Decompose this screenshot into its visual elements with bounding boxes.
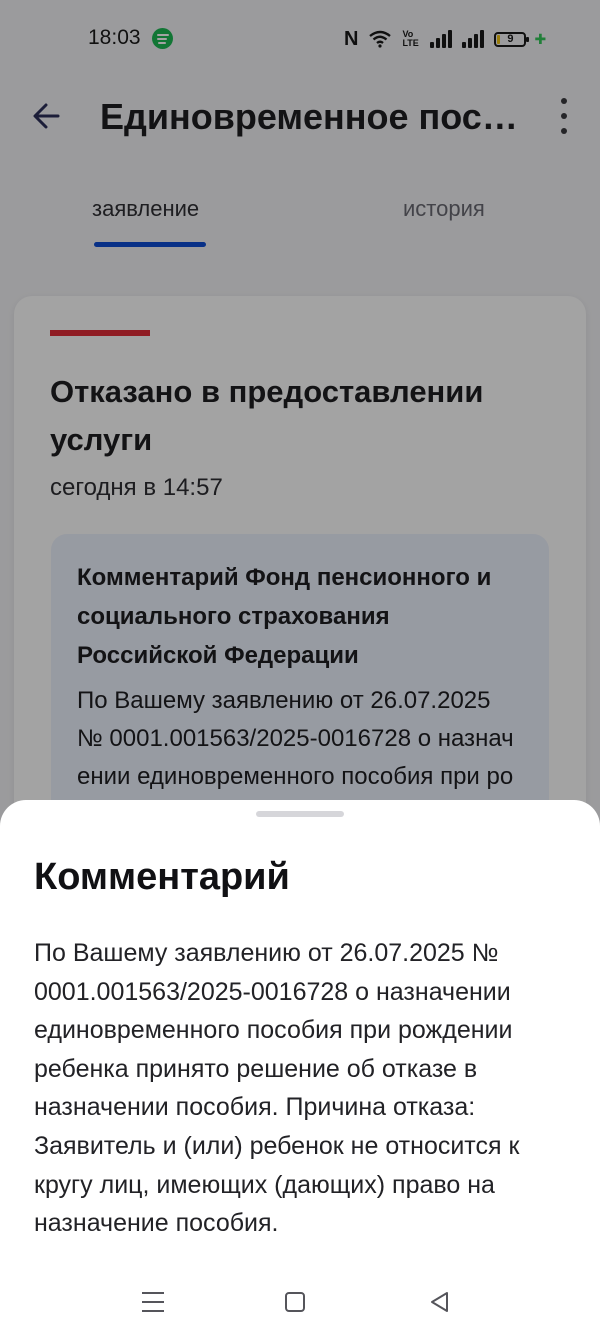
sheet-comment-text: По Вашему заявлению от 26.07.2025 № 0001… xyxy=(34,939,520,1238)
triangle-back-icon[interactable] xyxy=(428,1290,452,1314)
square-home-icon[interactable] xyxy=(285,1292,305,1312)
comment-bottom-sheet: Комментарий По Вашему заявлению от 26.07… xyxy=(0,800,600,1339)
system-nav-bar xyxy=(0,1270,600,1339)
sheet-drag-handle[interactable] xyxy=(256,811,344,817)
hamburger-icon[interactable] xyxy=(142,1292,164,1312)
sheet-title: Комментарий xyxy=(34,856,290,898)
